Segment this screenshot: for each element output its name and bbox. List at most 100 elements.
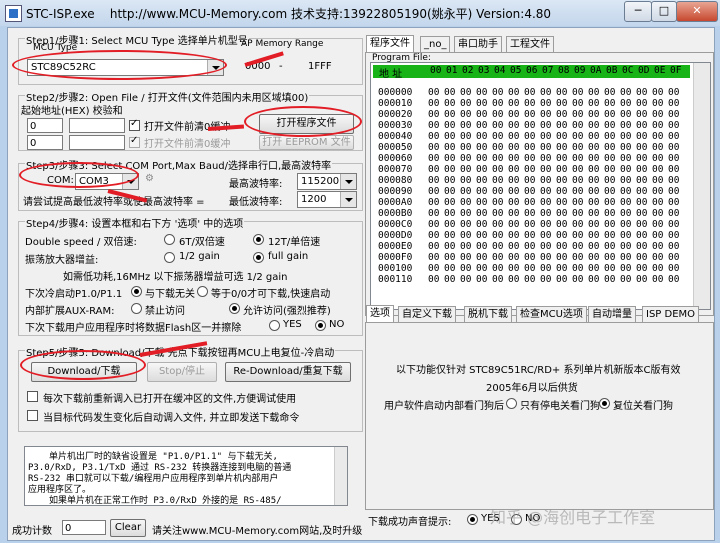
info-scrollbar[interactable]	[334, 447, 347, 505]
radio-watchdog-reset[interactable]	[599, 398, 610, 409]
hex-byte: 00	[540, 252, 552, 263]
checksum-input-1[interactable]	[69, 118, 125, 133]
hex-byte: 00	[636, 219, 648, 230]
auto-reload-checkbox[interactable]	[27, 410, 38, 421]
hex-byte: 00	[492, 131, 504, 142]
hex-row-address: 000100	[378, 263, 413, 274]
radio-aux-enable[interactable]	[229, 303, 240, 314]
hex-col-header: 01	[446, 65, 458, 76]
hex-byte: 00	[460, 175, 472, 186]
radio-6t[interactable]	[164, 234, 175, 245]
min-baud-select[interactable]: 1200	[297, 191, 357, 208]
radio-p1-independent[interactable]	[131, 286, 142, 297]
hex-byte: 00	[540, 98, 552, 109]
redownload-button[interactable]: Re-Download/重复下载	[225, 362, 351, 382]
hex-byte: 00	[556, 186, 568, 197]
hex-scrollbar[interactable]	[693, 63, 710, 309]
open-eeprom-file-button[interactable]: 打开 EEPROM 文件	[259, 135, 354, 150]
reload-before-download-checkbox[interactable]	[27, 391, 38, 402]
hex-row-address: 000070	[378, 164, 413, 175]
hex-row: 000000 00 00 00 00 00 00 00 00 00 00 00 00 00 00 00 00	[378, 87, 679, 98]
tab-isp-demo[interactable]: ISP DEMO	[642, 306, 700, 323]
start-address-input-2[interactable]: 0	[27, 135, 63, 150]
hex-byte: 00	[620, 131, 632, 142]
radio-p1-zero[interactable]	[197, 286, 208, 297]
clear-buffer-checkbox-1[interactable]	[129, 118, 140, 131]
hex-row-address: 000110	[378, 274, 413, 285]
hex-byte: 00	[588, 120, 600, 131]
hex-col-header: 04	[494, 65, 506, 76]
radio-full-gain[interactable]	[253, 252, 264, 263]
hex-byte: 00	[572, 120, 584, 131]
ap-memory-label: AP Memory Range	[241, 39, 324, 49]
tab-no[interactable]: _no_	[420, 36, 451, 53]
hex-row-address: 0000E0	[378, 241, 413, 252]
hex-byte: 00	[604, 87, 616, 98]
hex-byte: 00	[652, 208, 664, 219]
hex-byte: 00	[428, 164, 440, 175]
hex-byte: 00	[636, 252, 648, 263]
tab-custom-download[interactable]: 自定义下载	[398, 306, 456, 323]
hex-byte: 00	[556, 197, 568, 208]
max-baud-select[interactable]: 115200	[297, 173, 357, 190]
maximize-button[interactable]: □	[651, 1, 677, 22]
checksum-input-2[interactable]	[69, 135, 125, 150]
radio-half-gain[interactable]	[164, 252, 175, 263]
hex-byte: 00	[556, 120, 568, 131]
hex-byte: 00	[476, 274, 488, 285]
hex-byte: 00	[444, 197, 456, 208]
radio-flash-no[interactable]	[315, 320, 326, 331]
start-address-input-1[interactable]: 0	[27, 118, 63, 133]
hex-byte: 00	[508, 120, 520, 131]
hex-byte: 00	[476, 186, 488, 197]
close-button[interactable]: ✕	[676, 1, 718, 22]
hex-byte: 00	[604, 263, 616, 274]
range-end: 1FFF	[308, 61, 332, 72]
hex-byte: 00	[668, 109, 680, 120]
tab-check-mcu-options[interactable]: 检查MCU选项	[516, 306, 587, 323]
hex-col-header: 0E	[654, 65, 666, 76]
hex-byte: 00	[620, 241, 632, 252]
hex-byte: 00	[444, 230, 456, 241]
radio-flash-yes[interactable]	[269, 320, 280, 331]
stop-button[interactable]: Stop/停止	[147, 362, 217, 382]
hex-byte: 00	[652, 252, 664, 263]
clear-button[interactable]: Clear	[110, 519, 146, 537]
clear-buffer-checkbox-2[interactable]	[129, 135, 140, 148]
hex-byte: 00	[556, 98, 568, 109]
info-textbox[interactable]: 单片机出厂时的缺省设置是 "P1.0/P1.1" 与下载无关, P3.0/RxD…	[24, 446, 348, 506]
hex-byte: 00	[572, 197, 584, 208]
radio-12t[interactable]	[253, 234, 264, 245]
tab-program-file[interactable]: 程序文件	[366, 35, 414, 53]
refresh-icon[interactable]: ⚙	[145, 173, 154, 184]
radio-watchdog-poweroff[interactable]	[506, 398, 517, 409]
hex-row-address: 0000B0	[378, 208, 413, 219]
hex-byte: 00	[652, 87, 664, 98]
hex-byte: 00	[460, 208, 472, 219]
hex-col-header: 0A	[590, 65, 602, 76]
radio-aux-disable[interactable]	[131, 303, 142, 314]
aux-ram-label: 内部扩展AUX-RAM:	[25, 306, 115, 317]
step4-group: Step4/步骤4: 设置本框和右下方 '选项' 中的选项 Double spe…	[18, 215, 363, 336]
hex-row: 000080 00 00 00 00 00 00 00 00 00 00 00 00 00 00 00 00	[378, 175, 679, 186]
tab-serial-helper[interactable]: 串口助手	[454, 36, 502, 53]
hex-byte: 00	[620, 175, 632, 186]
app-icon	[5, 5, 22, 22]
hex-byte: 00	[652, 153, 664, 164]
radio-watchdog-poweroff-label: 只有停电关看门狗	[520, 401, 600, 412]
options-panel: 以下功能仅针对 STC89C51RC/RD+ 系列单片机新版本C版有效 2005…	[365, 322, 714, 510]
hex-byte: 00	[588, 219, 600, 230]
hex-byte: 00	[620, 142, 632, 153]
hex-row-address: 000010	[378, 98, 413, 109]
tab-offline-download[interactable]: 脱机下载	[464, 306, 512, 323]
hex-viewer[interactable]: 地 址 00 01 02 03 04 05 06 07 08 09 0A 0B 0C 0D 0E 0F 000…	[370, 62, 711, 310]
tab-auto-increment[interactable]: 自动增量	[588, 306, 636, 323]
minimize-button[interactable]: ─	[624, 1, 652, 22]
website-link[interactable]: 请关注www.MCU-Memory.com网站,及时升级	[152, 522, 362, 537]
hex-byte: 00	[428, 241, 440, 252]
hex-byte: 00	[572, 87, 584, 98]
radio-sound-yes[interactable]	[467, 514, 478, 525]
tab-project-file[interactable]: 工程文件	[506, 36, 554, 53]
hex-byte: 00	[428, 98, 440, 109]
tab-options[interactable]: 选项	[366, 305, 394, 323]
